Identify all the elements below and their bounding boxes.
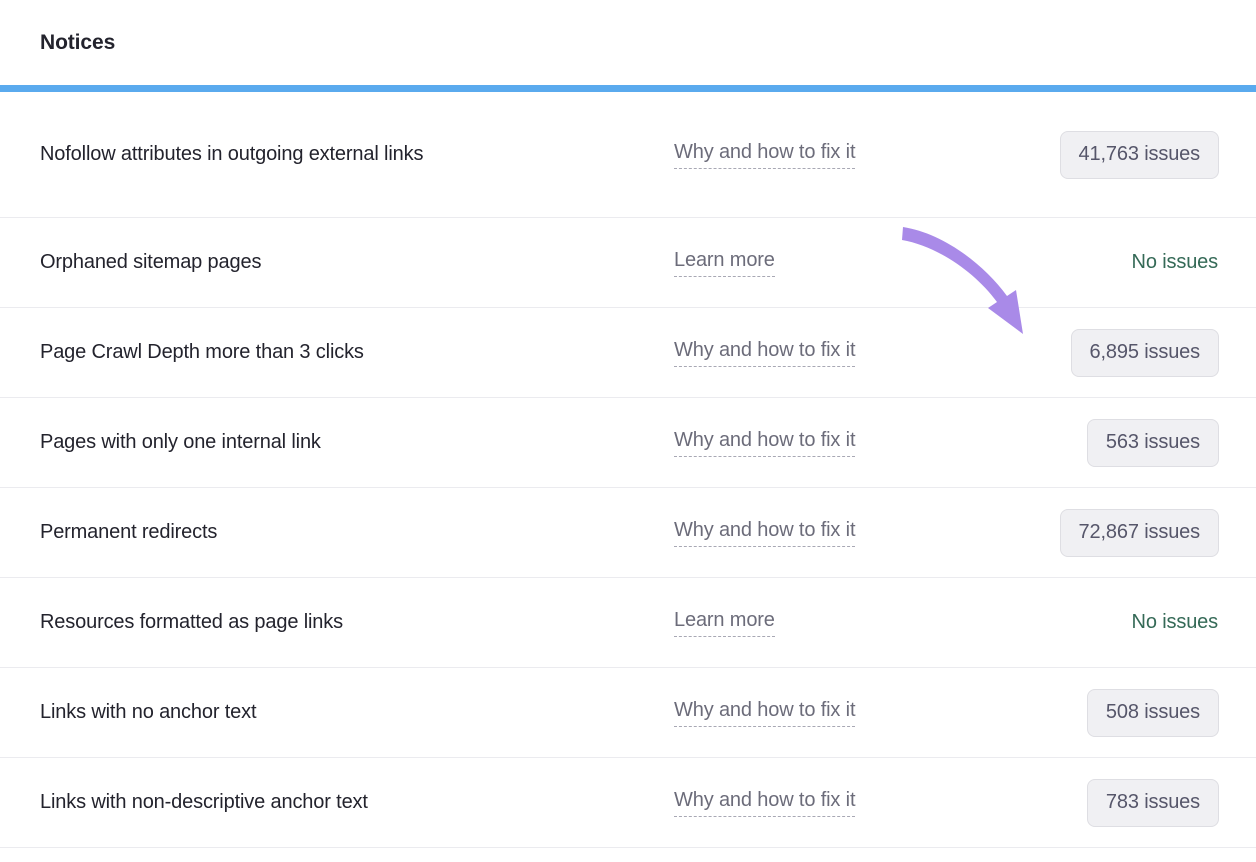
notice-link-cell: Why and how to fix it — [674, 518, 1004, 547]
notice-title: Nofollow attributes in outgoing external… — [40, 135, 674, 174]
notice-title: Links with no anchor text — [40, 693, 674, 732]
notice-value-cell: 783 issues — [1004, 779, 1219, 827]
why-and-how-to-fix-it-link[interactable]: Why and how to fix it — [674, 788, 855, 817]
accent-divider-bar — [0, 85, 1256, 92]
issues-count-badge[interactable]: 41,763 issues — [1060, 131, 1219, 179]
learn-more-link[interactable]: Learn more — [674, 248, 775, 277]
why-and-how-to-fix-it-link[interactable]: Why and how to fix it — [674, 428, 855, 457]
why-and-how-to-fix-it-link[interactable]: Why and how to fix it — [674, 698, 855, 727]
panel-header: Notices — [0, 0, 1256, 85]
no-issues-status: No issues — [1132, 251, 1219, 274]
no-issues-status: No issues — [1132, 611, 1219, 634]
notices-list: Nofollow attributes in outgoing external… — [0, 92, 1256, 848]
notice-title: Orphaned sitemap pages — [40, 243, 674, 282]
issues-count-badge[interactable]: 508 issues — [1087, 689, 1219, 737]
notice-value-cell: 563 issues — [1004, 419, 1219, 467]
table-row: Permanent redirectsWhy and how to fix it… — [0, 488, 1256, 578]
issues-count-badge[interactable]: 72,867 issues — [1060, 509, 1219, 557]
notice-link-cell: Learn more — [674, 608, 1004, 637]
page-title: Notices — [40, 32, 115, 53]
table-row: Links with non-descriptive anchor textWh… — [0, 758, 1256, 848]
table-row: Links with no anchor textWhy and how to … — [0, 668, 1256, 758]
notice-link-cell: Why and how to fix it — [674, 140, 1004, 169]
notice-value-cell: 41,763 issues — [1004, 131, 1219, 179]
notice-value-cell: No issues — [1004, 251, 1219, 274]
table-row: Nofollow attributes in outgoing external… — [0, 92, 1256, 218]
issues-count-badge[interactable]: 6,895 issues — [1071, 329, 1220, 377]
notice-link-cell: Why and how to fix it — [674, 428, 1004, 457]
notice-title: Page Crawl Depth more than 3 clicks — [40, 333, 674, 372]
notice-value-cell: 508 issues — [1004, 689, 1219, 737]
notice-value-cell: 72,867 issues — [1004, 509, 1219, 557]
notice-value-cell: 6,895 issues — [1004, 329, 1219, 377]
notice-value-cell: No issues — [1004, 611, 1219, 634]
notice-title: Pages with only one internal link — [40, 423, 674, 462]
notice-link-cell: Why and how to fix it — [674, 788, 1004, 817]
issues-count-badge[interactable]: 783 issues — [1087, 779, 1219, 827]
notice-link-cell: Why and how to fix it — [674, 698, 1004, 727]
table-row: Pages with only one internal linkWhy and… — [0, 398, 1256, 488]
table-row: Resources formatted as page linksLearn m… — [0, 578, 1256, 668]
why-and-how-to-fix-it-link[interactable]: Why and how to fix it — [674, 338, 855, 367]
notice-title: Permanent redirects — [40, 513, 674, 552]
table-row: Orphaned sitemap pagesLearn more No issue… — [0, 218, 1256, 308]
notice-title: Resources formatted as page links — [40, 603, 674, 642]
issues-count-badge[interactable]: 563 issues — [1087, 419, 1219, 467]
notice-link-cell: Learn more — [674, 248, 1004, 277]
notices-panel: Notices Nofollow attributes in outgoing … — [0, 0, 1256, 862]
table-row: Page Crawl Depth more than 3 clicksWhy a… — [0, 308, 1256, 398]
why-and-how-to-fix-it-link[interactable]: Why and how to fix it — [674, 518, 855, 547]
notice-title: Links with non-descriptive anchor text — [40, 783, 674, 822]
why-and-how-to-fix-it-link[interactable]: Why and how to fix it — [674, 140, 855, 169]
learn-more-link[interactable]: Learn more — [674, 608, 775, 637]
notice-link-cell: Why and how to fix it — [674, 338, 1004, 367]
